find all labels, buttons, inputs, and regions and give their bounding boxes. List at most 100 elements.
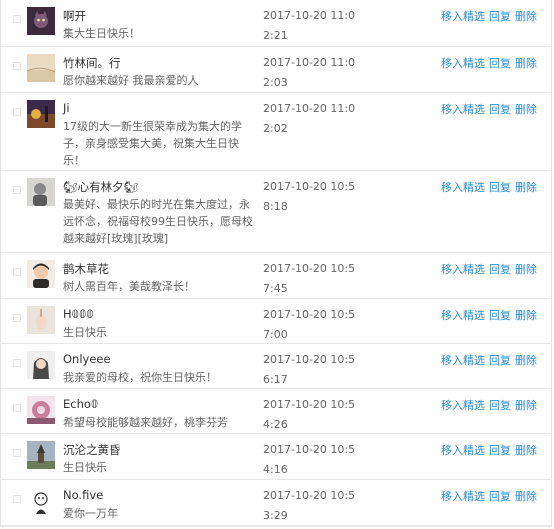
author-name: 竹林间。行 (63, 56, 121, 70)
flower-avatar-icon (27, 396, 55, 424)
message-time: 2017-10-20 10:57:00 (263, 308, 356, 341)
message-row: 鹊木草花 树人需百年，美哉教泽长！ 2017-10-20 10:57:45 移入… (1, 253, 551, 299)
message-content: 愿你越来越好 我最亲爱的人 (63, 74, 199, 87)
move-to-featured-link[interactable]: 移入精选 (441, 399, 485, 412)
message-row: 竹林间。行 愿你越来越好 我最亲爱的人 2017-10-20 11:02:03 … (1, 47, 551, 93)
row-checkbox[interactable] (13, 15, 21, 23)
row-checkbox[interactable] (13, 62, 21, 70)
move-to-featured-link[interactable]: 移入精选 (441, 181, 485, 194)
message-row: Ji 17级的大一新生很荣幸成为集大的学子，亲身感受集大美，祝集大生日快乐！ 2… (1, 93, 551, 171)
cat-avatar-icon (27, 7, 55, 35)
move-to-featured-link[interactable]: 移入精选 (441, 354, 485, 367)
reply-link[interactable]: 回复 (489, 309, 511, 322)
delete-link[interactable]: 删除 (515, 181, 537, 194)
move-to-featured-link[interactable]: 移入精选 (441, 309, 485, 322)
sunset-avatar-icon (27, 100, 55, 128)
author-name: No.five (63, 488, 104, 502)
row-actions: 移入精选 回复 删除 (441, 8, 537, 24)
row-actions: 移入精选 回复 删除 (441, 101, 537, 117)
message-time: 2017-10-20 10:56:17 (263, 353, 356, 386)
move-to-featured-link[interactable]: 移入精选 (441, 444, 485, 457)
row-actions: 移入精选 回复 删除 (441, 307, 537, 323)
message-row: No.five 爱你一万年 2017-10-20 10:53:29 移入精选 回复… (1, 480, 551, 526)
message-list: 啊开 集大生日快乐！ 2017-10-20 11:02:21 移入精选 回复 删除 … (0, 0, 552, 527)
reply-link[interactable]: 回复 (489, 103, 511, 116)
message-content: 17级的大一新生很荣幸成为集大的学子，亲身感受集大美，祝集大生日快乐！ (63, 120, 242, 167)
reply-link[interactable]: 回复 (489, 399, 511, 412)
message-content: 生日快乐 (63, 326, 107, 339)
move-to-featured-link[interactable]: 移入精选 (441, 10, 485, 23)
delete-link[interactable]: 删除 (515, 490, 537, 503)
reply-link[interactable]: 回复 (489, 10, 511, 23)
author-name: Echo𝟘 (63, 397, 99, 411)
message-content: 生日快乐 (63, 461, 107, 474)
message-time: 2017-10-20 11:02:21 (263, 9, 356, 42)
row-actions: 移入精选 回复 删除 (441, 488, 537, 504)
reply-link[interactable]: 回复 (489, 490, 511, 503)
reply-link[interactable]: 回复 (489, 444, 511, 457)
reply-link[interactable]: 回复 (489, 57, 511, 70)
message-content: 树人需百年，美哉教泽长！ (63, 280, 195, 293)
girl-avatar-icon (27, 351, 55, 379)
message-row: Echo𝟘 希望母校能够越来越好，桃李芬芳 2017-10-20 10:54:2… (1, 389, 551, 434)
row-actions: 移入精选 回复 删除 (441, 352, 537, 368)
row-checkbox[interactable] (13, 449, 21, 457)
message-row: 啊开 集大生日快乐！ 2017-10-20 11:02:21 移入精选 回复 删除 (1, 0, 551, 47)
row-checkbox[interactable] (13, 495, 21, 503)
tower-avatar-icon (27, 441, 55, 469)
row-checkbox[interactable] (13, 108, 21, 116)
row-checkbox[interactable] (13, 314, 21, 322)
author-name: Ji (63, 101, 70, 115)
message-row: 🐿心有林夕🐿 最美好、最快乐的时光在集大度过，永远怀念，祝福母校99生日快乐，愿… (1, 171, 551, 253)
author-name: 鹊木草花 (63, 262, 109, 276)
delete-link[interactable]: 删除 (515, 103, 537, 116)
hand-avatar-icon (27, 306, 55, 334)
move-to-featured-link[interactable]: 移入精选 (441, 490, 485, 503)
author-name: H𝟘𝟘𝟘 (63, 307, 94, 321)
boy-avatar-icon (27, 260, 55, 288)
delete-link[interactable]: 删除 (515, 354, 537, 367)
sand-avatar-icon (27, 54, 55, 82)
author-name: 沉沦之黄昏 (63, 443, 121, 457)
message-time: 2017-10-20 10:58:18 (263, 180, 356, 213)
row-checkbox[interactable] (13, 268, 21, 276)
portrait-avatar-icon (27, 178, 55, 206)
row-checkbox[interactable] (13, 404, 21, 412)
message-time: 2017-10-20 10:57:45 (263, 262, 356, 295)
message-content: 集大生日快乐！ (63, 27, 140, 40)
message-row: H𝟘𝟘𝟘 生日快乐 2017-10-20 10:57:00 移入精选 回复 删除 (1, 299, 551, 344)
delete-link[interactable]: 删除 (515, 263, 537, 276)
delete-link[interactable]: 删除 (515, 444, 537, 457)
cartoon-avatar-icon (27, 487, 55, 515)
message-content: 希望母校能够越来越好，桃李芬芳 (63, 416, 228, 429)
row-actions: 移入精选 回复 删除 (441, 261, 537, 277)
delete-link[interactable]: 删除 (515, 10, 537, 23)
row-checkbox[interactable] (13, 359, 21, 367)
delete-link[interactable]: 删除 (515, 57, 537, 70)
message-time: 2017-10-20 10:54:26 (263, 398, 356, 431)
message-time: 2017-10-20 10:54:16 (263, 443, 356, 476)
move-to-featured-link[interactable]: 移入精选 (441, 103, 485, 116)
reply-link[interactable]: 回复 (489, 181, 511, 194)
row-checkbox[interactable] (13, 186, 21, 194)
message-content: 最美好、最快乐的时光在集大度过，永远怀念，祝福母校99生日快乐，愿母校越来越好[… (63, 198, 253, 245)
reply-link[interactable]: 回复 (489, 263, 511, 276)
author-name: 啊开 (63, 9, 86, 23)
delete-link[interactable]: 删除 (515, 309, 537, 322)
message-time: 2017-10-20 11:02:02 (263, 102, 356, 135)
row-actions: 移入精选 回复 删除 (441, 397, 537, 413)
message-time: 2017-10-20 10:53:29 (263, 489, 356, 522)
author-name: Onlyeee (63, 352, 111, 366)
row-actions: 移入精选 回复 删除 (441, 55, 537, 71)
author-name: 🐿心有林夕🐿 (63, 180, 139, 194)
message-row: Onlyeee 我亲爱的母校，祝你生日快乐！ 2017-10-20 10:56:… (1, 344, 551, 389)
delete-link[interactable]: 删除 (515, 399, 537, 412)
row-actions: 移入精选 回复 删除 (441, 442, 537, 458)
message-content: 我亲爱的母校，祝你生日快乐！ (63, 371, 217, 384)
message-row: 沉沦之黄昏 生日快乐 2017-10-20 10:54:16 移入精选 回复 删除 (1, 434, 551, 480)
move-to-featured-link[interactable]: 移入精选 (441, 263, 485, 276)
row-actions: 移入精选 回复 删除 (441, 179, 537, 195)
reply-link[interactable]: 回复 (489, 354, 511, 367)
move-to-featured-link[interactable]: 移入精选 (441, 57, 485, 70)
message-time: 2017-10-20 11:02:03 (263, 56, 356, 89)
